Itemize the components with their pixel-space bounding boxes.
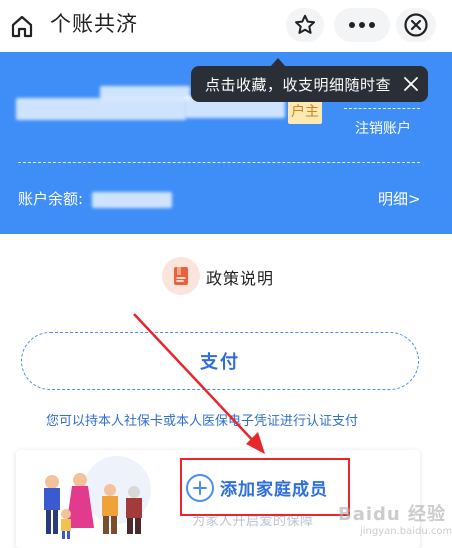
close-circle-icon: [404, 13, 428, 37]
pay-button-label: 支付: [200, 352, 240, 373]
account-name-blurred: [16, 98, 186, 120]
dashed-divider: [344, 108, 420, 109]
document-icon: [174, 267, 188, 285]
account-id-blurred: [100, 86, 190, 100]
balance-value-blurred: [92, 192, 172, 208]
page: 个账共济 户主 注销账户 账户余额: 明细> 点击收藏，收支明细随时查 政策说明…: [0, 0, 452, 548]
policy-icon[interactable]: [162, 257, 200, 295]
family-illustration-icon: [44, 456, 151, 539]
balance-label: 账户余额:: [18, 190, 84, 208]
watermark-url: jingyan.baidu.com: [360, 526, 452, 537]
dashed-divider: [18, 162, 420, 163]
tooltip-text: 点击收藏，收支明细随时查: [205, 76, 392, 94]
more-button[interactable]: [334, 8, 390, 42]
home-icon[interactable]: [8, 12, 36, 40]
close-button[interactable]: [396, 8, 436, 42]
favorite-button[interactable]: [286, 8, 324, 42]
owner-badge: 户主: [288, 100, 322, 124]
detail-link[interactable]: 明细>: [378, 188, 421, 209]
watermark: Baidu 经验: [338, 504, 447, 525]
star-icon: [295, 14, 315, 34]
more-dots-icon: [349, 22, 375, 28]
policy-link[interactable]: 政策说明: [206, 265, 274, 289]
page-title: 个账共济: [50, 12, 138, 36]
top-bar: 个账共济: [0, 0, 452, 52]
favorite-tooltip: 点击收藏，收支明细随时查: [191, 66, 428, 102]
cancel-account-link[interactable]: 注销账户: [355, 118, 411, 138]
pay-button[interactable]: 支付: [21, 332, 419, 390]
annotation-highlight-box: [180, 458, 350, 516]
pay-hint: 您可以持本人社保卡或本人医保电子凭证进行认证支付: [46, 414, 359, 429]
tooltip-close-icon[interactable]: [401, 74, 421, 94]
